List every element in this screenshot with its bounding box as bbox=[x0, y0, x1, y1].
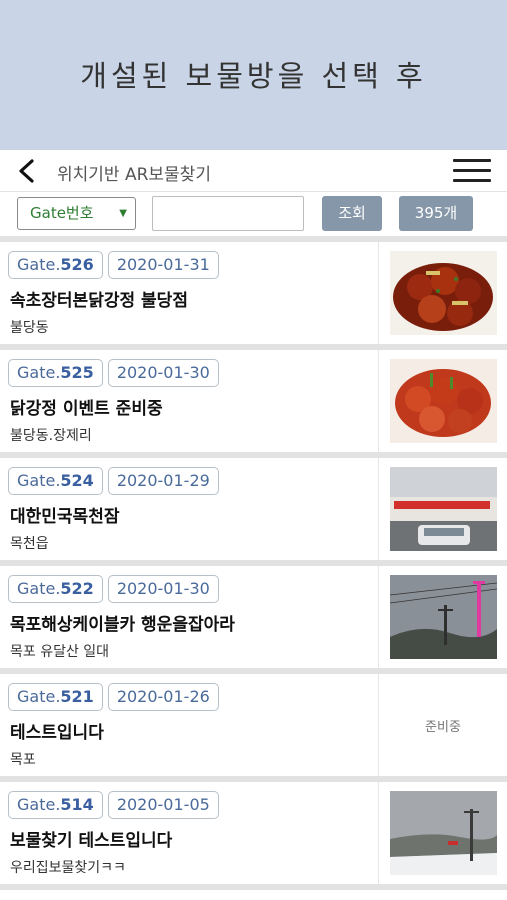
list-item[interactable] bbox=[0, 884, 507, 900]
filter-bar: Gate번호 ▼ 조회 395개 bbox=[0, 192, 507, 236]
item-title: 속초장터본닭강정 불당점 bbox=[10, 291, 188, 311]
item-location: 목천읍 bbox=[10, 536, 49, 552]
item-thumbnail bbox=[378, 242, 507, 344]
item-title: 목포해상케이블카 행운을잡아라 bbox=[10, 615, 235, 635]
query-button[interactable]: 조회 bbox=[322, 196, 382, 231]
gate-tag: Gate.522 bbox=[8, 575, 103, 603]
gate-list: Gate.526 2020-01-31 속초장터본닭강정 불당점 불당동 Gat… bbox=[0, 236, 507, 900]
dropdown-arrow-icon: ▼ bbox=[119, 208, 127, 219]
date-tag: 2020-01-31 bbox=[107, 251, 219, 279]
item-thumbnail bbox=[378, 458, 507, 560]
list-item[interactable]: Gate.524 2020-01-29 대한민국목천잠 목천읍 bbox=[0, 452, 507, 560]
building-photo bbox=[389, 467, 497, 551]
gate-tag: Gate.514 bbox=[8, 791, 103, 819]
hamburger-menu-icon[interactable] bbox=[453, 159, 491, 183]
item-location: 우리집보물찾기ㅋㅋ bbox=[10, 860, 126, 876]
item-thumbnail bbox=[378, 566, 507, 668]
date-tag: 2020-01-29 bbox=[107, 467, 219, 495]
item-title: 닭강정 이벤트 준비중 bbox=[10, 399, 163, 419]
date-tag: 2020-01-30 bbox=[107, 575, 219, 603]
date-tag: 2020-01-30 bbox=[107, 359, 219, 387]
item-thumbnail-placeholder: 준비중 bbox=[378, 674, 507, 776]
gate-tag: Gate.524 bbox=[8, 467, 103, 495]
snow-photo bbox=[389, 791, 497, 875]
item-location: 목포 유달산 일대 bbox=[10, 644, 110, 660]
list-item[interactable]: Gate.522 2020-01-30 목포해상케이블카 행운을잡아라 목포 유… bbox=[0, 560, 507, 668]
list-item[interactable]: Gate.521 2020-01-26 테스트입니다 목포 준비중 bbox=[0, 668, 507, 776]
list-item[interactable]: Gate.514 2020-01-05 보물찾기 테스트입니다 우리집보물찾기ㅋ… bbox=[0, 776, 507, 884]
back-arrow-icon[interactable] bbox=[14, 158, 42, 184]
list-item[interactable]: Gate.526 2020-01-31 속초장터본닭강정 불당점 불당동 bbox=[0, 236, 507, 344]
item-location: 불당동.장제리 bbox=[10, 428, 92, 444]
preparing-label: 준비중 bbox=[425, 719, 461, 735]
item-location: 목포 bbox=[10, 752, 36, 768]
app-bar: 위치기반 AR보물찾기 bbox=[0, 150, 507, 192]
food-photo bbox=[389, 251, 497, 335]
date-tag: 2020-01-05 bbox=[107, 791, 219, 819]
item-thumbnail bbox=[378, 782, 507, 884]
item-location: 불당동 bbox=[10, 320, 49, 336]
gate-tag: Gate.525 bbox=[8, 359, 103, 387]
top-banner: 개설된 보물방을 선택 후 bbox=[0, 0, 507, 150]
cablecar-photo bbox=[389, 575, 497, 659]
banner-text: 개설된 보물방을 선택 후 bbox=[80, 59, 427, 93]
search-input[interactable] bbox=[152, 196, 304, 231]
app-title: 위치기반 AR보물찾기 bbox=[57, 165, 211, 185]
food-photo bbox=[389, 359, 497, 443]
item-thumbnail bbox=[378, 350, 507, 452]
gate-tag: Gate.526 bbox=[8, 251, 103, 279]
date-tag: 2020-01-26 bbox=[107, 683, 219, 711]
item-title: 대한민국목천잠 bbox=[10, 507, 120, 527]
gate-select[interactable]: Gate번호 ▼ bbox=[17, 197, 136, 230]
list-item[interactable]: Gate.525 2020-01-30 닭강정 이벤트 준비중 불당동.장제리 bbox=[0, 344, 507, 452]
gate-select-value: Gate번호 bbox=[30, 204, 94, 222]
gate-tag: Gate.521 bbox=[8, 683, 103, 711]
item-title: 보물찾기 테스트입니다 bbox=[10, 831, 173, 851]
item-title: 테스트입니다 bbox=[10, 723, 104, 743]
result-count-badge: 395개 bbox=[399, 196, 473, 231]
